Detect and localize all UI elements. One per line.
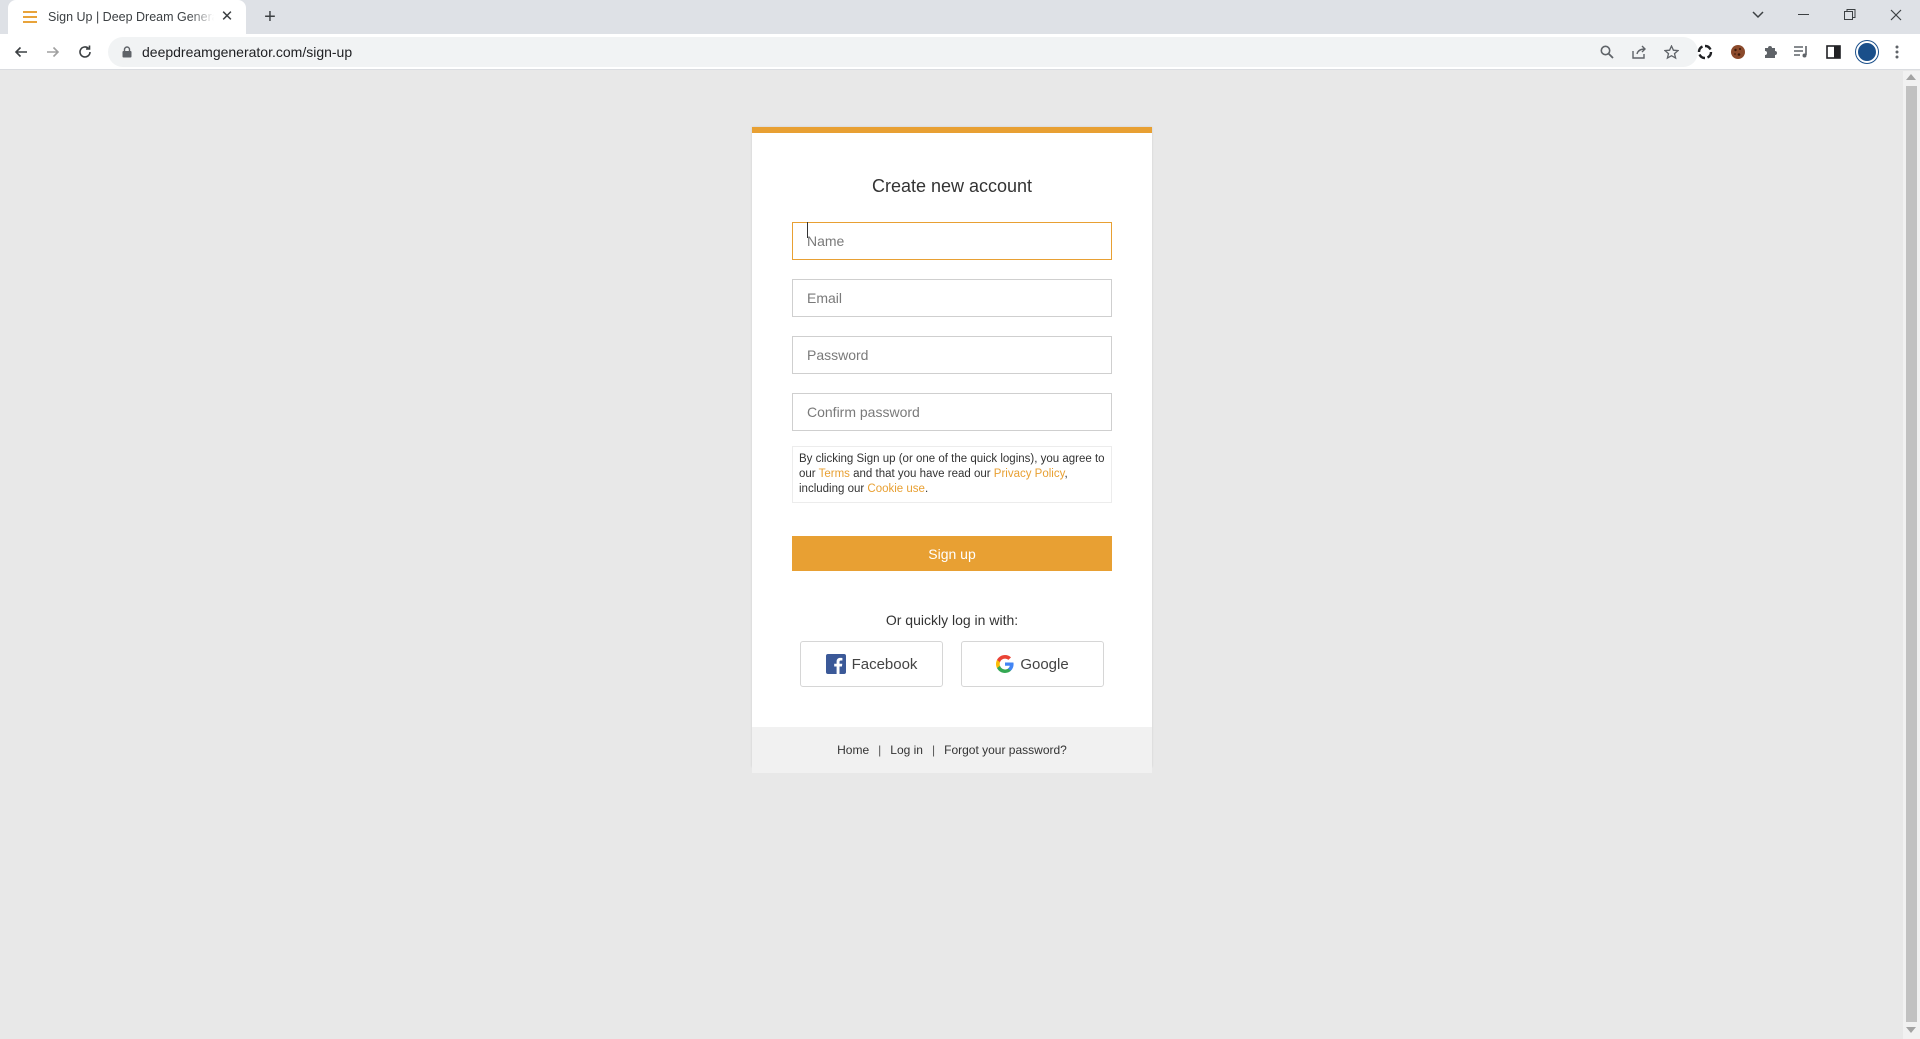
new-tab-button[interactable]: +: [258, 6, 282, 30]
signup-button[interactable]: Sign up: [792, 536, 1112, 571]
browser-tab-strip: Sign Up | Deep Dream Generator ✕ +: [0, 0, 1920, 34]
bookmark-star-icon[interactable]: [1663, 44, 1679, 60]
terms-text-end: .: [924, 483, 929, 495]
tab-close-icon[interactable]: ✕: [218, 8, 236, 26]
google-g-icon: [996, 655, 1014, 673]
password-input[interactable]: [792, 336, 1112, 374]
tab-title: Sign Up | Deep Dream Generator: [48, 10, 214, 24]
tab-search-chevron-icon[interactable]: [1742, 0, 1774, 30]
card-footer-links: Home | Log in | Forgot your password?: [752, 727, 1152, 773]
cookie-use-link[interactable]: Cookie use: [867, 483, 925, 495]
browser-toolbar: deepdreamgenerator.com/sign-up: [0, 34, 1920, 70]
extensions-puzzle-icon[interactable]: [1761, 43, 1779, 61]
site-favicon-icon: [22, 9, 38, 25]
share-icon[interactable]: [1631, 44, 1647, 60]
minimize-button[interactable]: [1788, 0, 1820, 30]
page-title: Create new account: [871, 176, 1033, 196]
name-input[interactable]: [792, 222, 1112, 260]
terms-link[interactable]: Terms: [819, 468, 850, 480]
reload-icon[interactable]: [73, 40, 97, 64]
forward-arrow-icon[interactable]: [41, 40, 65, 64]
url-text[interactable]: deepdreamgenerator.com/sign-up: [142, 44, 352, 60]
lock-icon[interactable]: [122, 46, 132, 58]
cookie-extension-icon[interactable]: [1729, 43, 1747, 61]
forgot-password-link[interactable]: Forgot your password?: [944, 743, 1067, 757]
scrollbar-thumb[interactable]: [1906, 86, 1917, 1022]
email-input[interactable]: [792, 279, 1112, 317]
zoom-search-icon[interactable]: [1599, 44, 1615, 60]
google-login-button[interactable]: Google: [961, 641, 1104, 687]
facebook-label: Facebook: [851, 655, 918, 673]
back-arrow-icon[interactable]: [9, 40, 33, 64]
scroll-down-arrow-icon[interactable]: [1906, 1027, 1916, 1033]
privacy-policy-link[interactable]: Privacy Policy: [994, 468, 1065, 480]
home-link[interactable]: Home: [837, 743, 869, 757]
text-caret: [807, 222, 808, 238]
terms-notice: By clicking Sign up (or one of the quick…: [792, 446, 1112, 503]
footer-separator: |: [878, 743, 882, 757]
address-bar[interactable]: deepdreamgenerator.com/sign-up: [108, 37, 1698, 67]
close-window-button[interactable]: [1880, 0, 1912, 30]
terms-text-middle: and that you have read our: [849, 468, 994, 480]
profile-avatar[interactable]: [1856, 41, 1878, 63]
login-link[interactable]: Log in: [890, 743, 923, 757]
browser-menu-icon[interactable]: [1888, 43, 1906, 61]
footer-separator: |: [931, 743, 936, 757]
quick-login-label: Or quickly log in with:: [885, 612, 1019, 628]
extension-sync-icon[interactable]: [1696, 43, 1714, 61]
facebook-icon: [825, 654, 846, 674]
browser-tab[interactable]: Sign Up | Deep Dream Generator ✕: [8, 0, 246, 34]
facebook-login-button[interactable]: Facebook: [800, 641, 943, 687]
scroll-up-arrow-icon[interactable]: [1906, 74, 1916, 80]
confirm-password-input[interactable]: [792, 393, 1112, 431]
google-label: Google: [1020, 655, 1069, 673]
signup-card: Create new account By clicking Sign up (…: [752, 127, 1152, 773]
restore-button[interactable]: [1834, 0, 1866, 30]
media-queue-icon[interactable]: [1792, 43, 1810, 61]
side-panel-icon[interactable]: [1824, 43, 1842, 61]
